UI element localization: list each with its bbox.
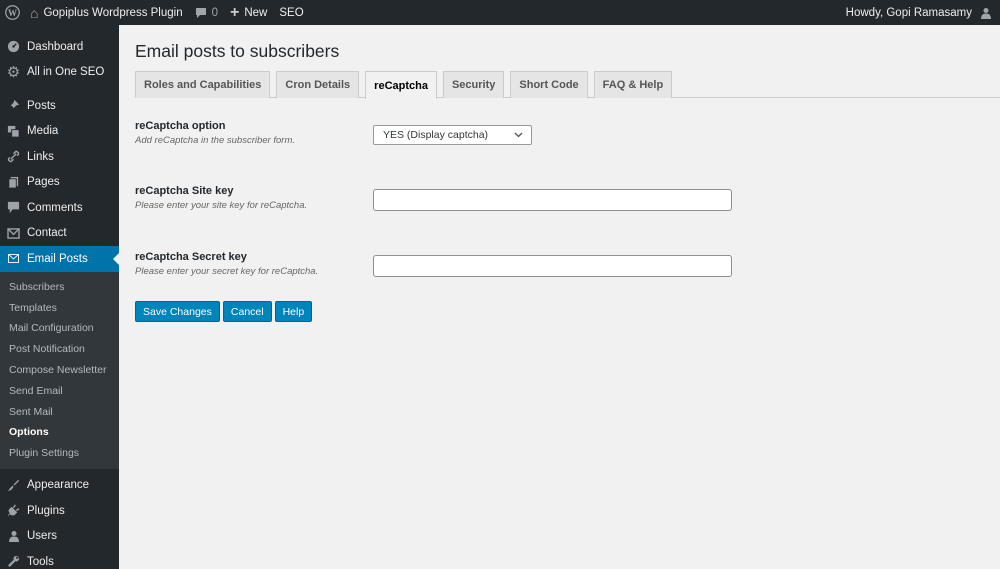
seo-label: SEO bbox=[279, 6, 304, 19]
secret-key-input[interactable] bbox=[373, 255, 732, 277]
sidebar-item-users[interactable]: Users bbox=[0, 524, 119, 550]
brush-icon bbox=[0, 479, 27, 492]
tab-roles-and-capabilities[interactable]: Roles and Capabilities bbox=[135, 71, 271, 98]
sidebar-item-plugins[interactable]: Plugins bbox=[0, 498, 119, 524]
sidebar-item-label: Email Posts bbox=[27, 252, 88, 265]
sidebar-item-posts[interactable]: Posts bbox=[0, 93, 119, 119]
comment-icon bbox=[0, 201, 27, 214]
site-key-input[interactable] bbox=[373, 189, 732, 211]
wordpress-logo-button[interactable]: W bbox=[0, 0, 24, 25]
tab-security[interactable]: Security bbox=[442, 71, 505, 98]
pin-icon bbox=[0, 99, 27, 112]
recaptcha-option-select[interactable]: YES (Display captcha) bbox=[373, 125, 532, 145]
plugin-icon bbox=[0, 504, 27, 517]
comments-link[interactable]: 0 bbox=[189, 0, 224, 25]
sidebar-item-tools[interactable]: Tools bbox=[0, 549, 119, 569]
page-title: Email posts to subscribers bbox=[135, 41, 340, 61]
sidebar-item-label: Appearance bbox=[27, 479, 90, 492]
plus-icon: + bbox=[230, 3, 240, 21]
tab-faq-help[interactable]: FAQ & Help bbox=[593, 71, 673, 98]
tab-short-code[interactable]: Short Code bbox=[510, 71, 588, 98]
sidebar-item-links[interactable]: Links bbox=[0, 144, 119, 170]
form-actions: Save Changes Cancel Help bbox=[135, 301, 313, 322]
sidebar-item-contact[interactable]: Contact bbox=[0, 221, 119, 247]
submenu-item-post-notification[interactable]: Post Notification bbox=[0, 339, 119, 360]
sidebar-item-label: Media bbox=[27, 125, 59, 138]
tab-recaptcha[interactable]: reCaptcha bbox=[365, 71, 437, 99]
sidebar-item-label: Tools bbox=[27, 555, 54, 568]
recaptcha-option-selected: YES (Display captcha) bbox=[383, 129, 489, 141]
new-label: New bbox=[244, 6, 268, 19]
tab-cron-details[interactable]: Cron Details bbox=[276, 71, 360, 98]
comments-count: 0 bbox=[211, 6, 219, 19]
recaptcha-option-description: Add reCaptcha in the subscriber form. bbox=[135, 135, 295, 146]
sidebar-item-label: Links bbox=[27, 150, 54, 163]
sidebar-item-label: Users bbox=[27, 530, 58, 543]
site-name: Gopiplus Wordpress Plugin bbox=[43, 6, 183, 19]
submenu-item-sent-mail[interactable]: Sent Mail bbox=[0, 401, 119, 422]
greeting: Howdy, Gopi Ramasamy bbox=[845, 6, 972, 19]
seo-link[interactable]: SEO bbox=[273, 0, 309, 25]
gear-icon: ⚙ bbox=[6, 64, 21, 82]
user-icon bbox=[0, 530, 27, 543]
cancel-button[interactable]: Cancel bbox=[222, 301, 272, 322]
envelope-icon bbox=[0, 254, 27, 264]
recaptcha-secret-key-row: reCaptcha Secret key Please enter your s… bbox=[135, 251, 1000, 277]
sidebar-item-label: Comments bbox=[27, 201, 83, 214]
chevron-down-icon bbox=[514, 128, 523, 144]
my-account-link[interactable]: Howdy, Gopi Ramasamy bbox=[840, 0, 1000, 25]
admin-bar: W ⌂ Gopiplus Wordpress Plugin 0 + New SE… bbox=[0, 0, 1000, 25]
admin-sidebar: Dashboard ⚙ All in One SEO Posts Media L… bbox=[0, 25, 119, 569]
media-icon bbox=[0, 125, 27, 138]
sidebar-item-email-posts[interactable]: Email Posts bbox=[0, 246, 119, 272]
link-icon bbox=[0, 150, 27, 163]
submenu-item-options[interactable]: Options bbox=[0, 422, 119, 443]
comment-icon bbox=[195, 7, 207, 19]
submenu-item-plugin-settings[interactable]: Plugin Settings bbox=[0, 443, 119, 464]
settings-tabs: Roles and Capabilities Cron Details reCa… bbox=[135, 71, 1000, 99]
sidebar-item-comments[interactable]: Comments bbox=[0, 195, 119, 221]
sidebar-item-label: Posts bbox=[27, 99, 56, 112]
recaptcha-site-key-row: reCaptcha Site key Please enter your sit… bbox=[135, 185, 1000, 211]
sidebar-item-label: All in One SEO bbox=[27, 66, 105, 79]
svg-text:W: W bbox=[8, 8, 17, 18]
home-icon: ⌂ bbox=[30, 4, 39, 21]
sidebar-item-pages[interactable]: Pages bbox=[0, 170, 119, 196]
email-posts-submenu: Subscribers Templates Mail Configuration… bbox=[0, 271, 119, 469]
sidebar-item-label: Contact bbox=[27, 227, 67, 240]
sidebar-item-dashboard[interactable]: Dashboard bbox=[0, 34, 119, 60]
sidebar-item-media[interactable]: Media bbox=[0, 119, 119, 145]
pages-icon bbox=[0, 176, 27, 189]
submenu-item-compose-newsletter[interactable]: Compose Newsletter bbox=[0, 360, 119, 381]
submenu-item-mail-configuration[interactable]: Mail Configuration bbox=[0, 318, 119, 339]
wrench-icon bbox=[0, 555, 27, 568]
recaptcha-option-row: reCaptcha option Add reCaptcha in the su… bbox=[135, 120, 1000, 146]
recaptcha-option-label: reCaptcha option bbox=[135, 120, 226, 132]
dashboard-icon bbox=[0, 40, 27, 53]
submenu-item-send-email[interactable]: Send Email bbox=[0, 380, 119, 401]
sidebar-item-label: Dashboard bbox=[27, 40, 84, 53]
help-button[interactable]: Help bbox=[274, 301, 313, 322]
mail-icon bbox=[0, 227, 27, 239]
save-changes-button[interactable]: Save Changes bbox=[135, 301, 220, 322]
new-content-link[interactable]: + New bbox=[224, 0, 273, 25]
sidebar-item-label: Pages bbox=[27, 176, 60, 189]
sidebar-item-label: Plugins bbox=[27, 504, 65, 517]
sidebar-item-all-in-one-seo[interactable]: ⚙ All in One SEO bbox=[0, 60, 119, 86]
site-name-link[interactable]: ⌂ Gopiplus Wordpress Plugin bbox=[24, 0, 189, 25]
user-avatar-icon bbox=[980, 7, 992, 19]
sidebar-item-appearance[interactable]: Appearance bbox=[0, 473, 119, 499]
main-content: Email posts to subscribers Roles and Cap… bbox=[135, 25, 1000, 322]
submenu-item-subscribers[interactable]: Subscribers bbox=[0, 277, 119, 298]
wordpress-logo-icon: W bbox=[4, 5, 20, 20]
submenu-item-templates[interactable]: Templates bbox=[0, 297, 119, 318]
